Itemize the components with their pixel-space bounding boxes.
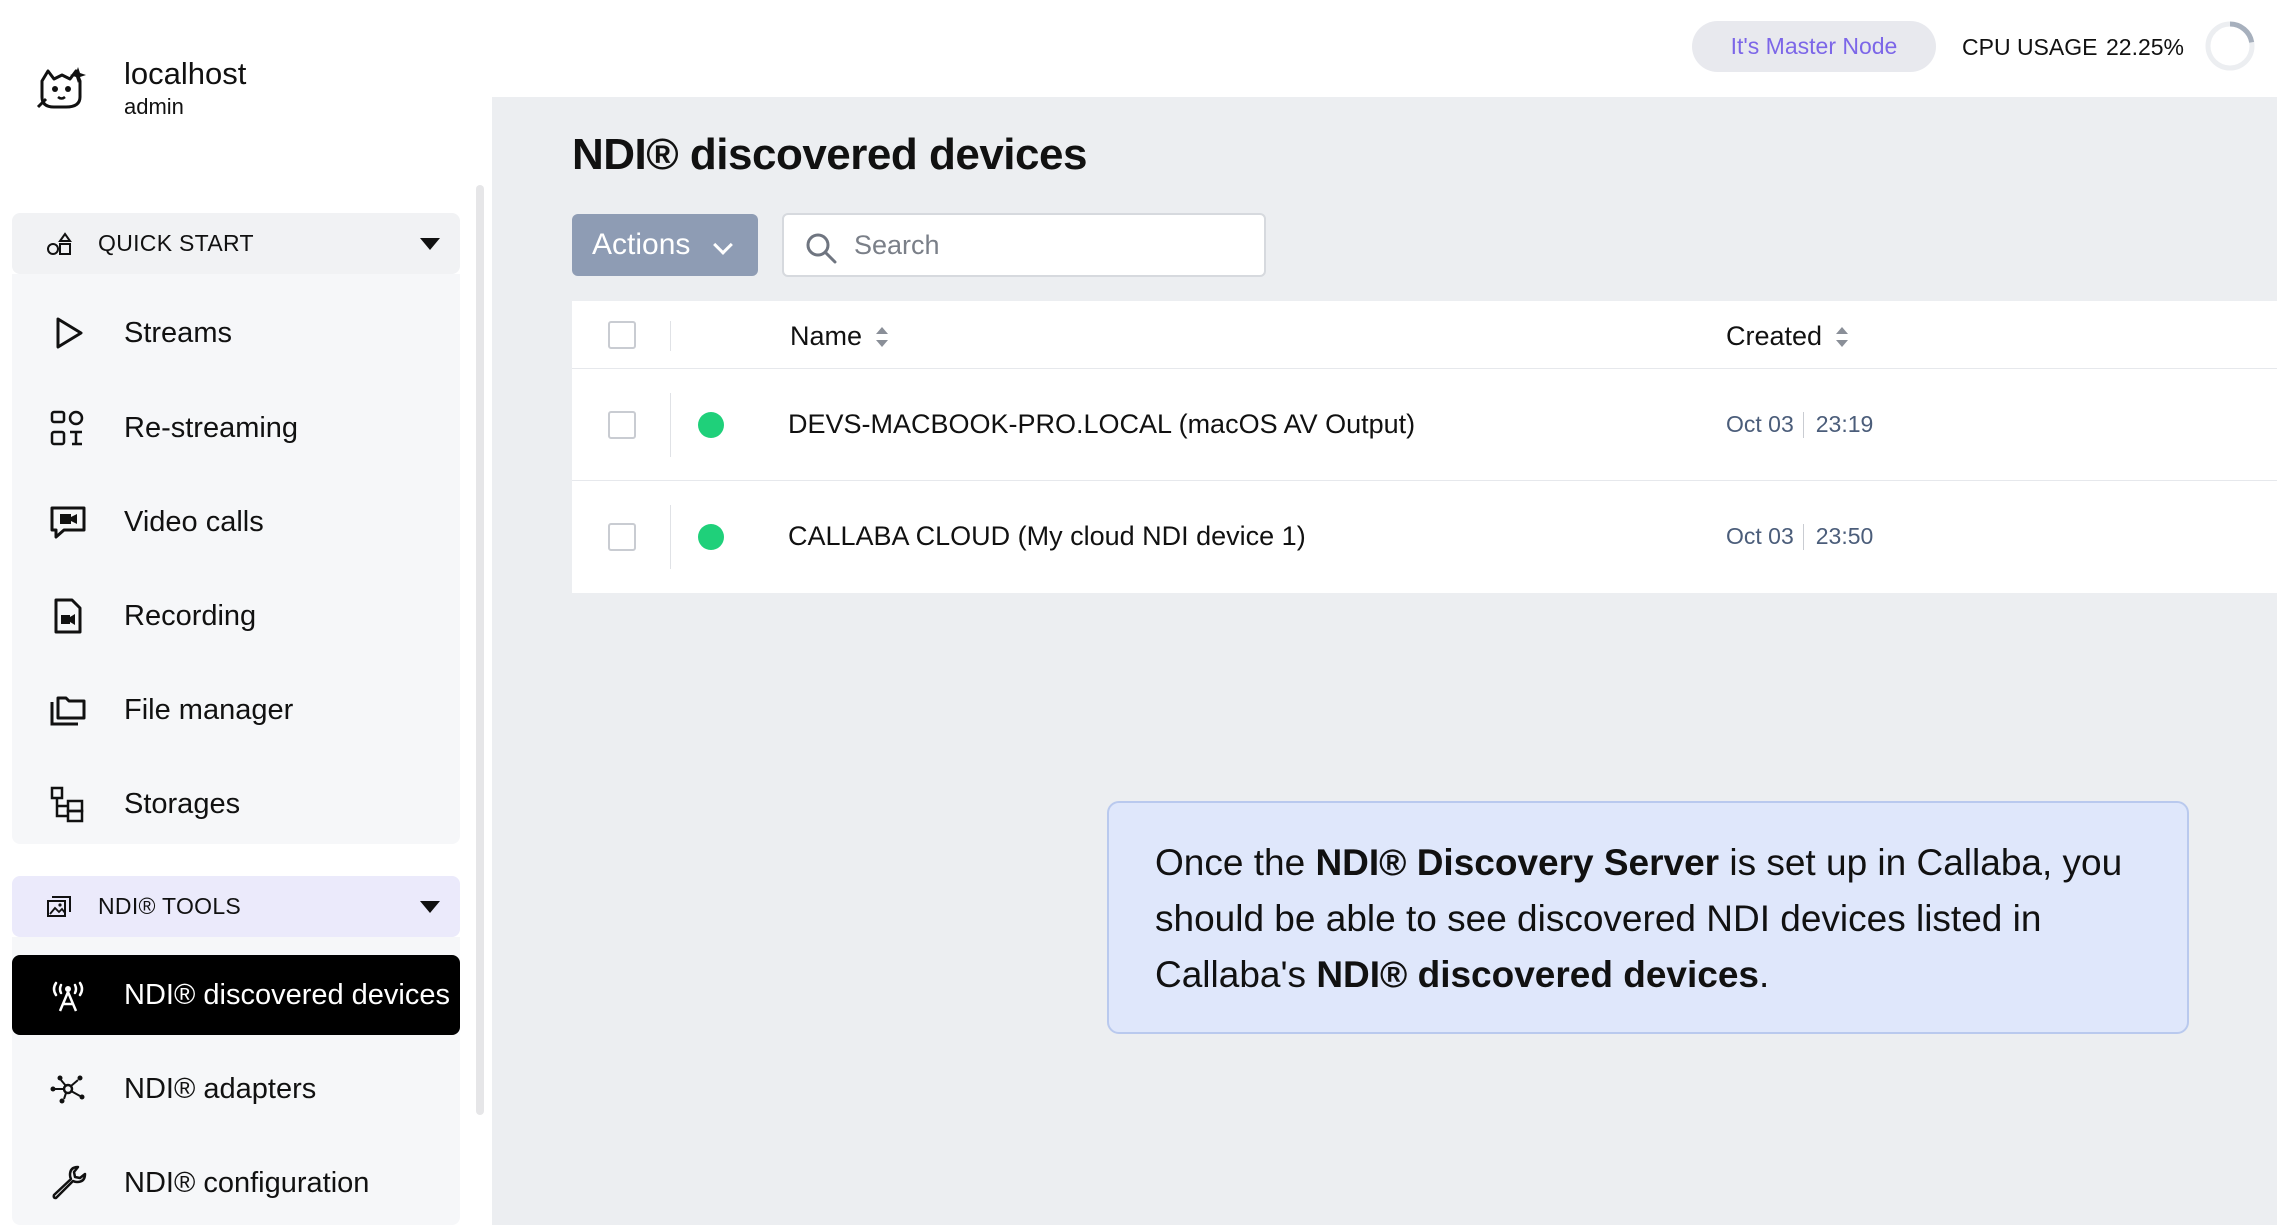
status-online-indicator [698, 524, 724, 550]
created-time: 23:19 [1815, 411, 1874, 437]
sidebar-item-label: Streams [124, 316, 232, 349]
cpu-usage-ring [2205, 21, 2255, 71]
sidebar: localhost admin QUICK START Streams Re-s… [0, 0, 492, 1225]
created-datetime: Oct 03 23:50 [1726, 523, 1873, 550]
video-call-icon [50, 506, 86, 539]
actions-label: Actions [592, 228, 691, 261]
caret-down-icon [420, 238, 440, 250]
sidebar-item-label: File manager [124, 693, 294, 726]
callout-text: Once the [1155, 842, 1316, 883]
device-name[interactable]: DEVS-MACBOOK-PRO.LOCAL (macOS AV Output) [788, 409, 1415, 440]
sort-icon [876, 326, 889, 348]
sidebar-item-label: Recording [124, 599, 257, 632]
row-checkbox[interactable] [608, 523, 636, 551]
callout-text: . [1759, 954, 1770, 995]
row-checkbox[interactable] [608, 411, 636, 439]
top-bar: It's Master Node CPU USAGE 22.25% [492, 0, 2277, 97]
name-column-header[interactable]: Name [790, 321, 889, 352]
sidebar-item-label: Re-streaming [124, 411, 299, 444]
sidebar-item-label: NDI® adapters [124, 1072, 317, 1105]
ndi-tools-label: NDI® TOOLS [98, 893, 242, 919]
sidebar-item-label: Video calls [124, 505, 264, 538]
created-column-header[interactable]: Created [1726, 321, 1849, 352]
sidebar-item-storages[interactable]: Storages [12, 764, 460, 844]
restream-icon [50, 410, 84, 446]
sidebar-item-file-manager[interactable]: File manager [12, 670, 460, 750]
table-row[interactable]: DEVS-MACBOOK-PRO.LOCAL (macOS AV Output)… [572, 369, 2277, 481]
shapes-icon [47, 232, 72, 255]
caret-down-icon [420, 901, 440, 913]
sidebar-item-ndi-discovered-devices[interactable]: NDI® discovered devices [12, 955, 460, 1035]
sidebar-item-recording[interactable]: Recording [12, 576, 460, 656]
column-divider [670, 505, 671, 569]
created-datetime: Oct 03 23:19 [1726, 411, 1873, 438]
select-all-checkbox[interactable] [608, 321, 636, 349]
sort-icon [1836, 326, 1849, 348]
table-row[interactable]: CALLABA CLOUD (My cloud NDI device 1) Oc… [572, 481, 2277, 593]
wrench-icon [52, 1165, 87, 1200]
actions-dropdown-button[interactable]: Actions [572, 214, 758, 276]
callout-bold-text: NDI® Discovery Server [1315, 842, 1720, 883]
brand[interactable]: localhost admin [36, 56, 246, 120]
recording-file-icon [54, 598, 82, 634]
created-column-label: Created [1726, 321, 1823, 351]
user-name: admin [124, 94, 184, 119]
created-date: Oct 03 [1726, 411, 1794, 437]
cpu-usage-value: 22.25% [2106, 34, 2185, 60]
sidebar-item-streams[interactable]: Streams [12, 293, 460, 373]
ndi-tools-group-toggle[interactable]: NDI® TOOLS [12, 876, 460, 937]
folders-icon [50, 696, 86, 726]
column-divider [670, 321, 671, 351]
sidebar-item-label: NDI® discovered devices [124, 978, 450, 1011]
info-callout: Once the NDI® Discovery Server is set up… [1107, 801, 2189, 1034]
search-icon [806, 233, 837, 264]
table-header: Name Created [572, 301, 2277, 369]
callout-bold-text: NDI® discovered devices [1316, 954, 1760, 995]
chevron-down-icon [713, 235, 733, 255]
column-divider [670, 393, 671, 457]
cpu-usage-label: CPU USAGE [1962, 34, 2098, 60]
master-node-badge[interactable]: It's Master Node [1692, 21, 1936, 72]
sidebar-scrollbar[interactable] [476, 185, 484, 1115]
quick-start-group-toggle[interactable]: QUICK START [12, 213, 460, 274]
search-field[interactable] [782, 213, 1266, 277]
devices-table: Name Created DEVS-MACBOOK-PRO.LOCAL (mac… [572, 301, 2277, 593]
network-nodes-icon [50, 1075, 85, 1104]
created-time: 23:50 [1815, 523, 1874, 549]
status-online-indicator [698, 412, 724, 438]
storage-tree-icon [50, 786, 84, 823]
image-gallery-icon [47, 896, 71, 917]
sidebar-item-label: Storages [124, 787, 241, 820]
antenna-icon [52, 981, 84, 1012]
sidebar-item-ndi-configuration[interactable]: NDI® configuration [12, 1143, 460, 1223]
device-name[interactable]: CALLABA CLOUD (My cloud NDI device 1) [788, 521, 1306, 552]
sidebar-item-ndi-adapters[interactable]: NDI® adapters [12, 1049, 460, 1129]
name-column-label: Name [790, 321, 863, 351]
quick-start-label: QUICK START [98, 230, 254, 256]
page-title: NDI® discovered devices [572, 130, 1087, 179]
cat-logo-icon [36, 67, 86, 109]
created-date: Oct 03 [1726, 523, 1794, 549]
host-name: localhost [124, 56, 247, 91]
sidebar-item-label: NDI® configuration [124, 1166, 370, 1199]
sidebar-item-video-calls[interactable]: Video calls [12, 482, 460, 562]
play-icon [56, 317, 83, 349]
sidebar-item-re-streaming[interactable]: Re-streaming [12, 388, 460, 468]
search-input[interactable] [854, 225, 1244, 265]
